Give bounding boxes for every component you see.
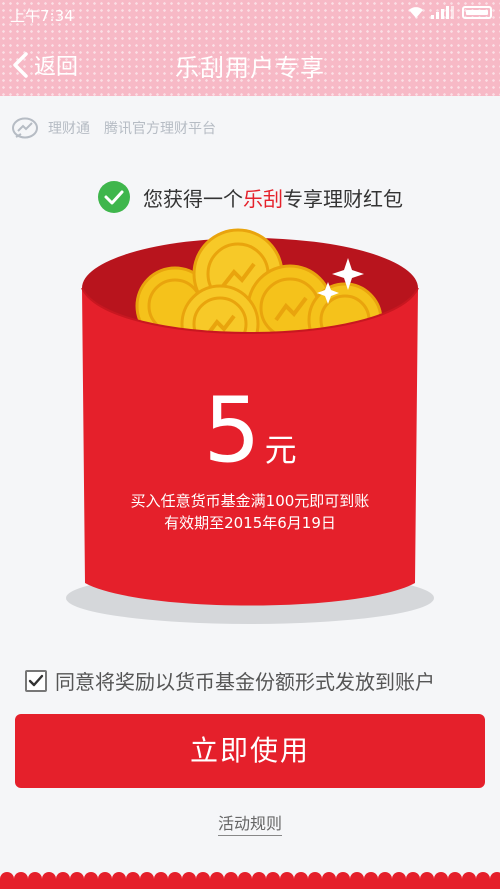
wifi-icon <box>409 7 423 18</box>
status-icons <box>408 5 492 19</box>
page-title: 乐刮用户专享 <box>175 54 325 82</box>
reward-headline: 您获得一个 乐刮 专享理财红包 <box>0 180 500 214</box>
brand-line: 理财通 腾讯官方理财平台 <box>12 117 216 139</box>
signal-icon <box>431 6 454 19</box>
brand-tagline: 腾讯官方理财平台 <box>104 121 216 137</box>
rules-link-container: 活动规则 <box>0 810 500 836</box>
status-bar: 上午7:34 <box>0 0 500 28</box>
reward-condition: 买入任意货币基金满100元即可到账 <box>130 492 370 510</box>
reward-amount: 5元 <box>60 386 440 476</box>
agreement-checkbox[interactable] <box>25 669 47 692</box>
licaitong-logo-icon <box>12 117 38 139</box>
red-packet: 5元 买入任意货币基金满100元即可到账 有效期至2015年6月19日 <box>60 228 440 628</box>
scalloped-border <box>0 871 500 889</box>
headline-highlight: 乐刮 <box>243 186 283 211</box>
battery-icon <box>462 5 492 19</box>
agreement-text: 同意将奖励以货币基金份额形式发放到账户 <box>55 670 435 694</box>
check-circle-icon <box>98 181 130 213</box>
amount-unit: 元 <box>264 431 297 469</box>
checkmark-icon <box>28 674 44 686</box>
agreement-row[interactable]: 同意将奖励以货币基金份额形式发放到账户 <box>25 666 435 695</box>
brand-name: 理财通 <box>48 121 90 137</box>
amount-value: 5 <box>203 378 261 483</box>
use-now-button[interactable]: 立即使用 <box>15 714 485 788</box>
top-bar: 上午7:34 返回 乐刮用户专享 <box>0 0 500 96</box>
status-time: 上午7:34 <box>10 7 74 25</box>
reward-validity: 有效期至2015年6月19日 <box>164 514 336 532</box>
headline-prefix: 您获得一个 <box>143 186 243 211</box>
headline-suffix: 专享理财红包 <box>283 186 403 211</box>
activity-rules-link[interactable]: 活动规则 <box>217 814 282 836</box>
screen: 上午7:34 返回 乐刮用户专享 理财通 腾讯官方理财平台 您获得一个 乐刮 专… <box>0 0 500 889</box>
